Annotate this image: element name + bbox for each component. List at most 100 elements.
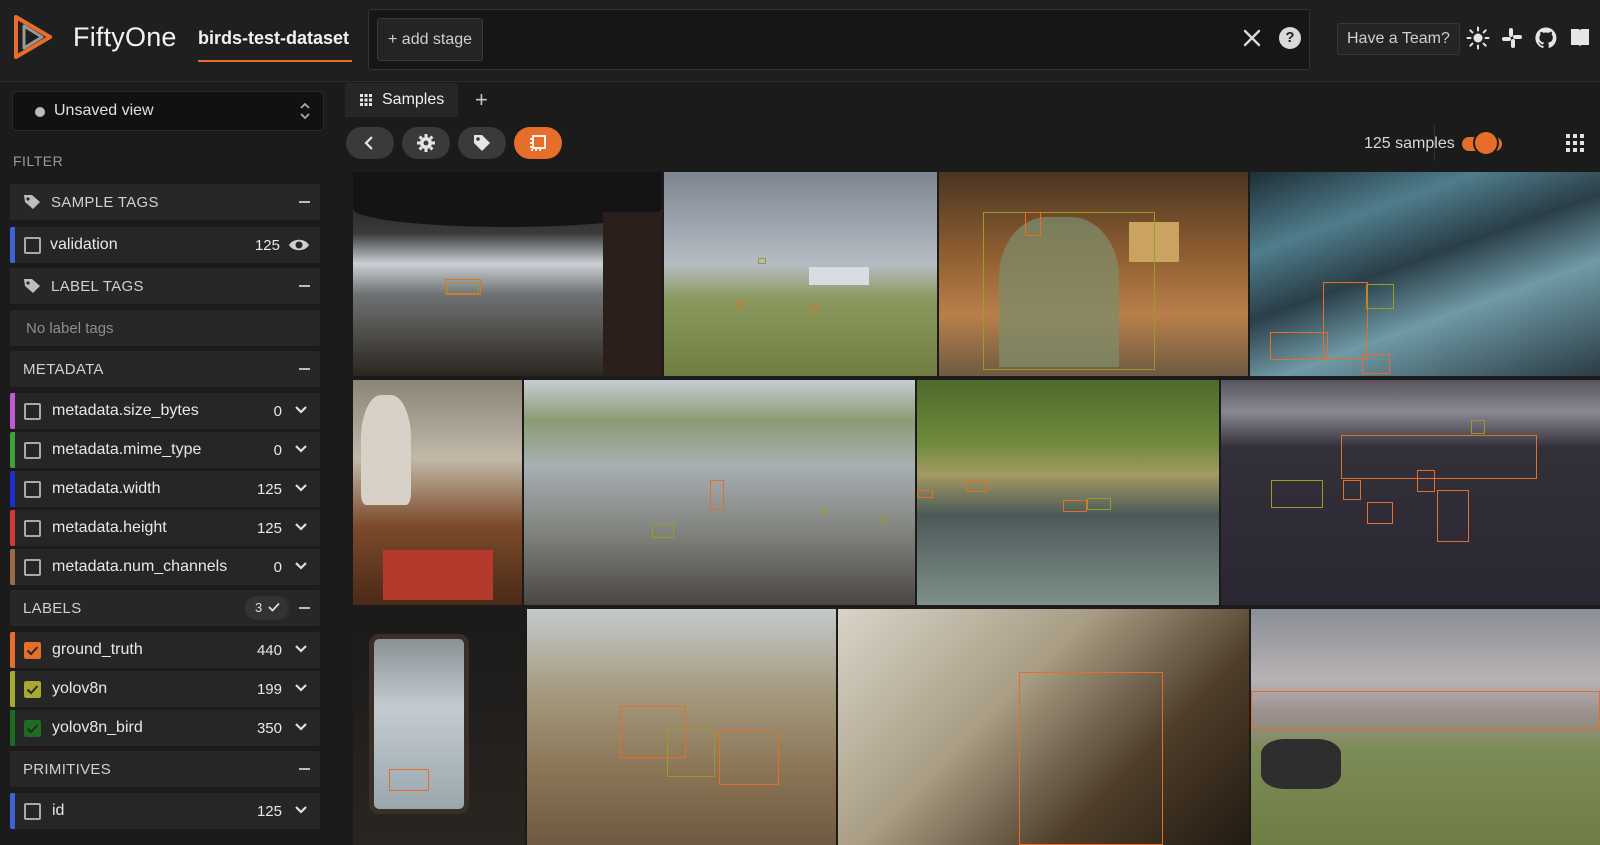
checkbox[interactable] — [24, 803, 41, 820]
color-bar — [10, 793, 15, 829]
checkbox[interactable] — [24, 403, 41, 420]
sample-thumbnail[interactable] — [1251, 609, 1600, 845]
tag-icon — [474, 135, 490, 151]
detection-box — [1362, 354, 1390, 374]
badge-count: 3 — [255, 600, 263, 615]
chevron-down-icon[interactable] — [294, 483, 308, 493]
chevron-down-icon[interactable] — [294, 683, 308, 693]
checkbox[interactable] — [24, 237, 41, 254]
group-labels[interactable]: LABELS 3 — [10, 590, 320, 626]
sample-thumbnail[interactable] — [353, 609, 525, 845]
add-panel-button[interactable]: + — [475, 87, 488, 113]
group-primitives[interactable]: PRIMITIVES — [10, 751, 320, 787]
detection-box — [719, 731, 779, 785]
tab-samples[interactable]: Samples — [345, 83, 458, 117]
detection-box — [1251, 691, 1600, 729]
dataset-selector[interactable]: birds-test-dataset — [198, 28, 349, 49]
sidebar-row-yolov8n[interactable]: yolov8n 199 — [10, 671, 320, 707]
labels-active-badge[interactable]: 3 — [245, 596, 289, 620]
collapse-icon[interactable] — [299, 201, 310, 203]
sample-thumbnail[interactable] — [527, 609, 836, 845]
chevron-down-icon[interactable] — [294, 644, 308, 654]
have-a-team-button[interactable]: Have a Team? — [1337, 23, 1460, 55]
sample-thumbnail[interactable] — [353, 172, 662, 376]
help-icon[interactable]: ? — [1279, 27, 1301, 49]
slack-icon[interactable] — [1500, 26, 1524, 50]
collapse-icon[interactable] — [299, 607, 310, 609]
saved-view-select[interactable]: Unsaved view — [12, 91, 324, 131]
group-label-tags[interactable]: LABEL TAGS — [10, 268, 320, 304]
collapse-icon[interactable] — [299, 285, 310, 287]
eye-icon[interactable] — [288, 236, 310, 254]
book-icon[interactable] — [1568, 26, 1592, 50]
close-icon[interactable] — [1240, 26, 1264, 50]
github-icon[interactable] — [1534, 26, 1558, 50]
chevron-down-icon[interactable] — [294, 561, 308, 571]
checkbox[interactable] — [24, 442, 41, 459]
sidebar-row-mime-type[interactable]: metadata.mime_type 0 — [10, 432, 320, 468]
checkbox[interactable] — [24, 520, 41, 537]
settings-button[interactable] — [402, 127, 450, 159]
detection-box — [667, 729, 715, 777]
row-label: metadata.width — [52, 480, 161, 497]
fiftyone-logo-icon[interactable] — [10, 14, 56, 60]
detection-box — [1367, 502, 1393, 524]
sample-thumbnail[interactable] — [917, 380, 1219, 605]
back-button[interactable] — [346, 127, 394, 159]
checkbox-checked[interactable] — [24, 681, 41, 698]
group-label: LABEL TAGS — [51, 278, 144, 295]
row-count: 125 — [254, 237, 280, 254]
sample-thumbnail[interactable] — [664, 172, 937, 376]
detection-box — [967, 480, 987, 492]
sample-thumbnail[interactable] — [939, 172, 1248, 376]
chevron-down-icon[interactable] — [294, 405, 308, 415]
group-metadata[interactable]: METADATA — [10, 351, 320, 387]
chevron-down-icon[interactable] — [294, 522, 308, 532]
sidebar-row-yolov8n-bird[interactable]: yolov8n_bird 350 — [10, 710, 320, 746]
view-stage-bar[interactable]: + add stage — [368, 9, 1310, 70]
chevron-down-icon[interactable] — [294, 805, 308, 815]
patches-button[interactable] — [514, 127, 562, 159]
checkbox-checked[interactable] — [24, 642, 41, 659]
tag-button[interactable] — [458, 127, 506, 159]
color-bar — [10, 632, 15, 668]
row-label: yolov8n_bird — [52, 719, 143, 736]
row-label: metadata.num_channels — [52, 558, 228, 575]
sidebar-row-validation[interactable]: validation 125 — [10, 227, 320, 263]
chevron-left-icon — [364, 136, 373, 150]
sample-thumbnail[interactable] — [524, 380, 915, 605]
sidebar-row-width[interactable]: metadata.width 125 — [10, 471, 320, 507]
row-count: 199 — [256, 681, 282, 698]
sidebar-row-num-channels[interactable]: metadata.num_channels 0 — [10, 549, 320, 585]
sidebar-row-height[interactable]: metadata.height 125 — [10, 510, 320, 546]
filter-title: FILTER — [13, 153, 64, 169]
grid-size-icon[interactable] — [1566, 134, 1584, 152]
sidebar: Unsaved view FILTER SAMPLE TAGS validati… — [0, 83, 330, 845]
panel-tab-bar: Samples + — [345, 83, 1600, 117]
detection-box — [1341, 435, 1537, 479]
checkbox-checked[interactable] — [24, 720, 41, 737]
chevron-down-icon[interactable] — [294, 444, 308, 454]
group-sample-tags[interactable]: SAMPLE TAGS — [10, 184, 320, 220]
sample-thumbnail[interactable] — [1250, 172, 1600, 376]
collapse-icon[interactable] — [299, 768, 310, 770]
row-count: 0 — [273, 403, 282, 420]
checkbox[interactable] — [24, 481, 41, 498]
checkbox[interactable] — [24, 559, 41, 576]
sidebar-row-ground-truth[interactable]: ground_truth 440 — [10, 632, 320, 668]
label-toggle-knob[interactable] — [1475, 132, 1497, 154]
tag-icon — [24, 279, 40, 293]
detection-box — [1025, 212, 1041, 236]
sample-thumbnail[interactable] — [838, 609, 1249, 845]
add-stage-button[interactable]: + add stage — [377, 18, 484, 61]
sample-thumbnail[interactable] — [353, 380, 522, 605]
sun-icon[interactable] — [1466, 26, 1490, 50]
sidebar-row-size-bytes[interactable]: metadata.size_bytes 0 — [10, 393, 320, 429]
collapse-icon[interactable] — [299, 368, 310, 370]
row-label: metadata.height — [52, 519, 167, 536]
row-label: validation — [50, 236, 118, 253]
sidebar-row-id[interactable]: id 125 — [10, 793, 320, 829]
sample-thumbnail[interactable] — [1221, 380, 1600, 605]
chevron-down-icon[interactable] — [294, 722, 308, 732]
detection-box — [881, 517, 887, 523]
